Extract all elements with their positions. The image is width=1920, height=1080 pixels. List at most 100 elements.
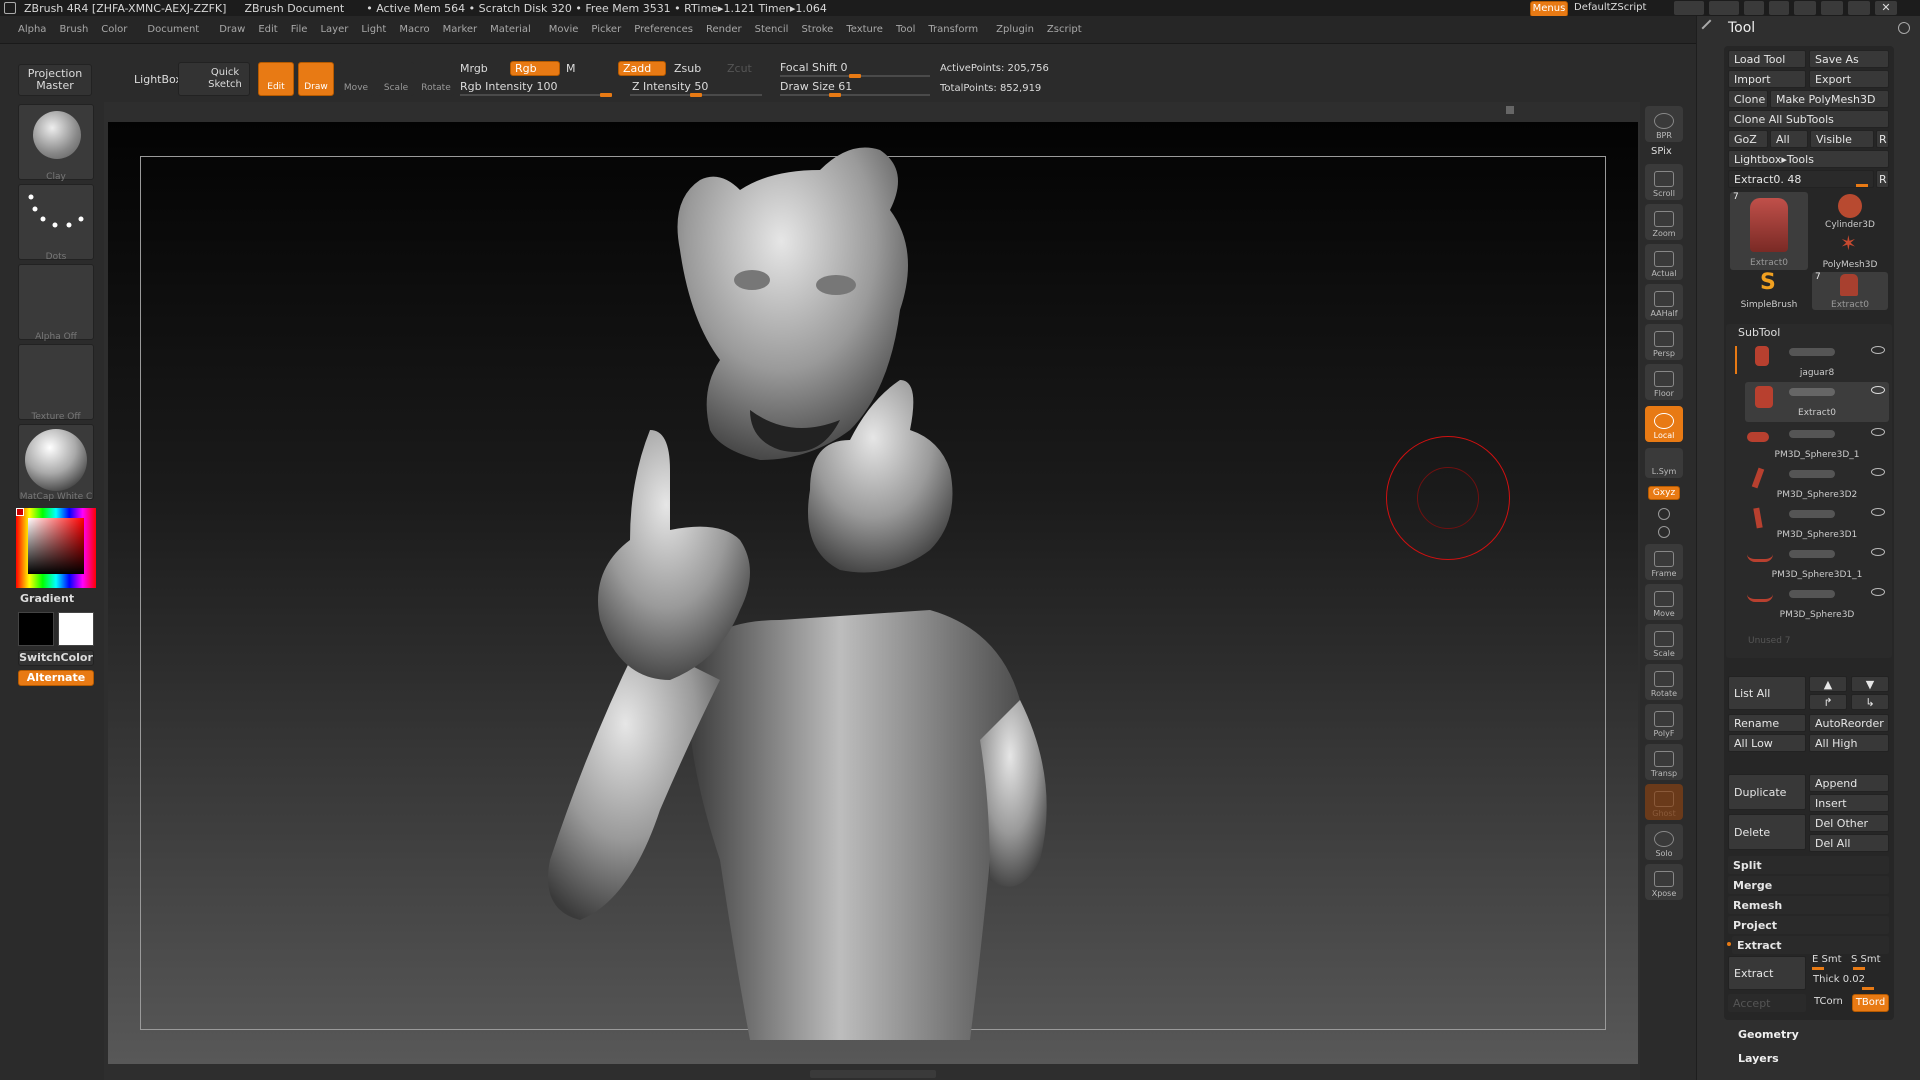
focal-shift-track[interactable]	[780, 74, 930, 78]
arrow-up-right-button[interactable]: ↱	[1809, 694, 1847, 710]
subtool-header[interactable]: SubTool	[1738, 326, 1780, 339]
clone-button[interactable]: Clone	[1728, 90, 1768, 108]
subtool-toggle-icon[interactable]	[1789, 550, 1835, 558]
mrgb-button[interactable]: Mrgb	[460, 62, 488, 75]
subtool-toggle-icon[interactable]	[1789, 388, 1835, 396]
ghost-button[interactable]: Ghost	[1645, 784, 1683, 820]
menu-item[interactable]: Macro	[399, 24, 429, 35]
rotate-z-icon[interactable]	[1658, 526, 1670, 538]
m-button[interactable]: M	[566, 62, 576, 75]
move-down-button[interactable]: ▼	[1851, 676, 1889, 692]
z-intensity-slider[interactable]: Z Intensity 50	[632, 80, 708, 93]
default-zscript-button[interactable]: DefaultZScript	[1574, 2, 1646, 13]
xyz-button[interactable]: Gxyz	[1648, 486, 1680, 500]
all-low-button[interactable]: All Low	[1728, 734, 1806, 752]
move-button[interactable]: Move	[338, 62, 374, 96]
texture-thumbnail[interactable]	[18, 344, 94, 420]
all-high-button[interactable]: All High	[1809, 734, 1889, 752]
split-button[interactable]: Split	[1728, 856, 1889, 874]
transp-button[interactable]: Transp	[1645, 744, 1683, 780]
subtool-row[interactable]: PM3D_Sphere3D_1	[1745, 424, 1889, 462]
goz-button[interactable]: GoZ	[1728, 130, 1768, 148]
floor-button[interactable]: Floor	[1645, 364, 1683, 400]
menu-item[interactable]: Material	[490, 24, 531, 35]
goz-all-button[interactable]: All	[1770, 130, 1808, 148]
layout-icon[interactable]	[1674, 1, 1704, 15]
insert-button[interactable]: Insert	[1809, 794, 1889, 812]
z-intensity-track[interactable]	[630, 93, 762, 97]
extract-button[interactable]: Extract	[1728, 956, 1806, 990]
subtool-scroll-indicator[interactable]	[1735, 346, 1737, 374]
rgb-button[interactable]: Rgb	[510, 61, 560, 76]
scroll-button[interactable]: Scroll	[1645, 164, 1683, 200]
del-other-button[interactable]: Del Other	[1809, 814, 1889, 832]
menus-button[interactable]: Menus	[1530, 1, 1568, 17]
color-picker[interactable]	[16, 508, 96, 588]
menu-item[interactable]: Transform	[928, 24, 978, 35]
draw-size-track[interactable]	[780, 93, 930, 97]
subtool-row[interactable]: PM3D_Sphere3D	[1745, 584, 1889, 622]
layout-icon[interactable]	[1769, 1, 1789, 15]
e-smt-slider[interactable]: E Smt	[1812, 954, 1842, 965]
subtool-row[interactable]: jaguar8	[1745, 342, 1889, 380]
secondary-color-swatch[interactable]	[58, 612, 94, 646]
scale-view-button[interactable]: Scale	[1645, 624, 1683, 660]
layout-icon[interactable]	[1709, 1, 1739, 15]
main-color-swatch[interactable]	[18, 612, 54, 646]
rename-button[interactable]: Rename	[1728, 714, 1806, 732]
alternate-button[interactable]: Alternate	[18, 670, 94, 686]
autoreorder-button[interactable]: AutoReorder	[1809, 714, 1889, 732]
spix-slider[interactable]: SPix	[1651, 146, 1672, 157]
local-button[interactable]: Local	[1645, 406, 1683, 442]
append-button[interactable]: Append	[1809, 774, 1889, 792]
polyf-button[interactable]: PolyF	[1645, 704, 1683, 740]
rotate-y-icon[interactable]	[1658, 508, 1670, 520]
save-as-button[interactable]: Save As	[1809, 50, 1889, 68]
zsub-button[interactable]: Zsub	[674, 62, 701, 75]
project-button[interactable]: Project	[1728, 916, 1889, 934]
load-tool-button[interactable]: Load Tool	[1728, 50, 1806, 68]
menu-item[interactable]: Zscript	[1047, 24, 1082, 35]
tool-thumb-active[interactable]: 7 Extract0	[1730, 192, 1808, 270]
tool-thumb-extract[interactable]: 7 Extract0	[1812, 272, 1888, 310]
canvas-scroll-handle[interactable]	[810, 1070, 936, 1078]
zadd-button[interactable]: Zadd	[618, 61, 666, 76]
duplicate-button[interactable]: Duplicate	[1728, 774, 1806, 810]
menu-item[interactable]: Picker	[591, 24, 621, 35]
make-polymesh-button[interactable]: Make PolyMesh3D	[1770, 90, 1889, 108]
close-icon[interactable]: ✕	[1875, 1, 1897, 15]
subtool-row[interactable]: PM3D_Sphere3D1	[1745, 504, 1889, 542]
move-up-button[interactable]: ▲	[1809, 676, 1847, 692]
solo-button[interactable]: Solo	[1645, 824, 1683, 860]
tool-thumb-simplebrush[interactable]: S SimpleBrush	[1730, 272, 1808, 311]
bpr-button[interactable]: BPR	[1645, 106, 1683, 142]
material-thumbnail[interactable]	[18, 424, 94, 500]
frame-button[interactable]: Frame	[1645, 544, 1683, 580]
rgb-intensity-track[interactable]	[460, 93, 612, 97]
menu-item[interactable]: Stencil	[755, 24, 789, 35]
brush-thumbnail[interactable]	[18, 104, 94, 180]
accept-button[interactable]: Accept	[1728, 994, 1806, 1012]
arrow-down-right-button[interactable]: ↳	[1851, 694, 1889, 710]
menu-item[interactable]: Brush	[59, 24, 88, 35]
top-scroll-indicator[interactable]	[1506, 106, 1514, 114]
stroke-thumbnail[interactable]	[18, 184, 94, 260]
eye-icon[interactable]	[1871, 468, 1885, 476]
delete-button[interactable]: Delete	[1728, 814, 1806, 850]
subtool-row[interactable]: PM3D_Sphere3D2	[1745, 464, 1889, 502]
import-button[interactable]: Import	[1728, 70, 1806, 88]
menu-item[interactable]: Document	[147, 24, 199, 35]
menu-item[interactable]: Edit	[258, 24, 277, 35]
tool-thumb-polymesh[interactable]: ✶ PolyMesh3D	[1812, 232, 1888, 270]
menu-item[interactable]: Tool	[896, 24, 915, 35]
s-smt-slider[interactable]: S Smt	[1851, 954, 1881, 965]
minimize-icon[interactable]	[1821, 1, 1843, 15]
rgb-intensity-slider[interactable]: Rgb Intensity 100	[460, 80, 557, 93]
thick-slider[interactable]: Thick 0.02	[1813, 974, 1865, 985]
menu-item[interactable]: Light	[361, 24, 386, 35]
tcorn-button[interactable]: TCorn	[1814, 996, 1843, 1007]
e-smt-knob[interactable]	[1812, 967, 1824, 970]
menu-item[interactable]: Zplugin	[996, 24, 1034, 35]
menu-item[interactable]: Layer	[320, 24, 348, 35]
rotate-button[interactable]: Rotate	[418, 62, 454, 96]
